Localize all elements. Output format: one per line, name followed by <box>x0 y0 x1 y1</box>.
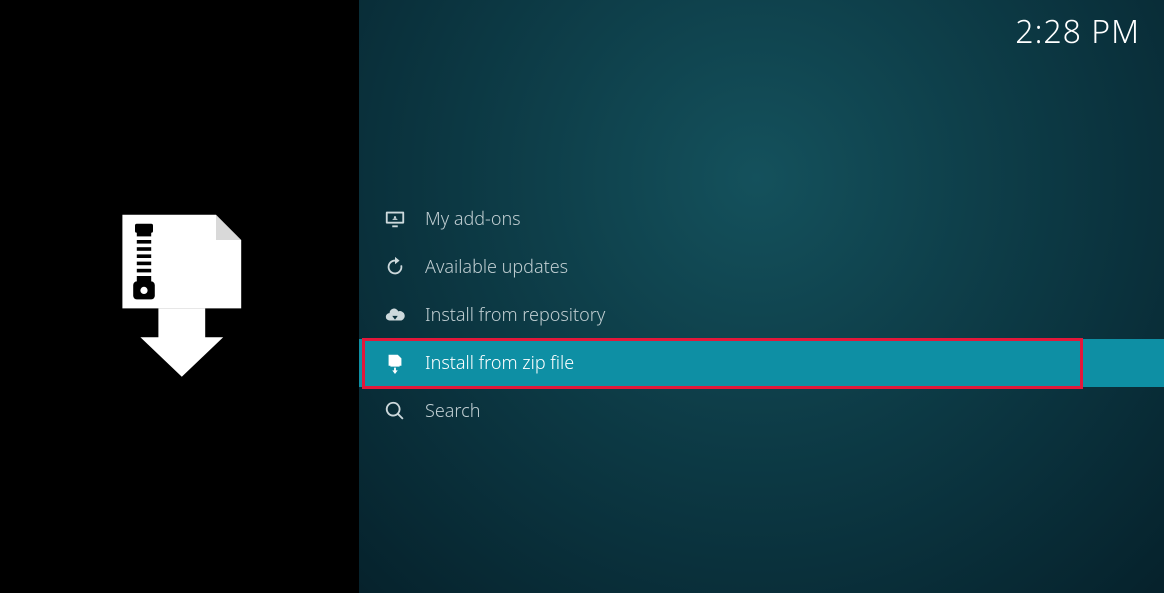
menu-item-available-updates[interactable]: Available updates <box>359 243 1164 291</box>
selection-trail <box>1084 342 1164 384</box>
menu-item-install-zip[interactable]: Install from zip file <box>359 339 1164 387</box>
menu-item-label: Available updates <box>425 255 568 279</box>
zip-download-icon <box>383 351 407 375</box>
menu-item-install-repository[interactable]: Install from repository <box>359 291 1164 339</box>
search-icon <box>383 399 407 423</box>
menu-item-label: Install from zip file <box>425 351 574 375</box>
menu-item-label: Install from repository <box>425 303 605 327</box>
content-area: My add-ons Available updates Install fro… <box>359 0 1164 593</box>
sidebar <box>0 0 359 593</box>
cloud-download-icon <box>383 303 407 327</box>
refresh-icon <box>383 255 407 279</box>
menu-item-label: My add-ons <box>425 207 521 231</box>
menu-item-search[interactable]: Search <box>359 387 1164 435</box>
monitor-icon <box>383 207 407 231</box>
menu: My add-ons Available updates Install fro… <box>359 195 1164 435</box>
menu-item-label: Search <box>425 399 480 423</box>
menu-item-my-addons[interactable]: My add-ons <box>359 195 1164 243</box>
zip-file-large-icon <box>90 204 270 389</box>
